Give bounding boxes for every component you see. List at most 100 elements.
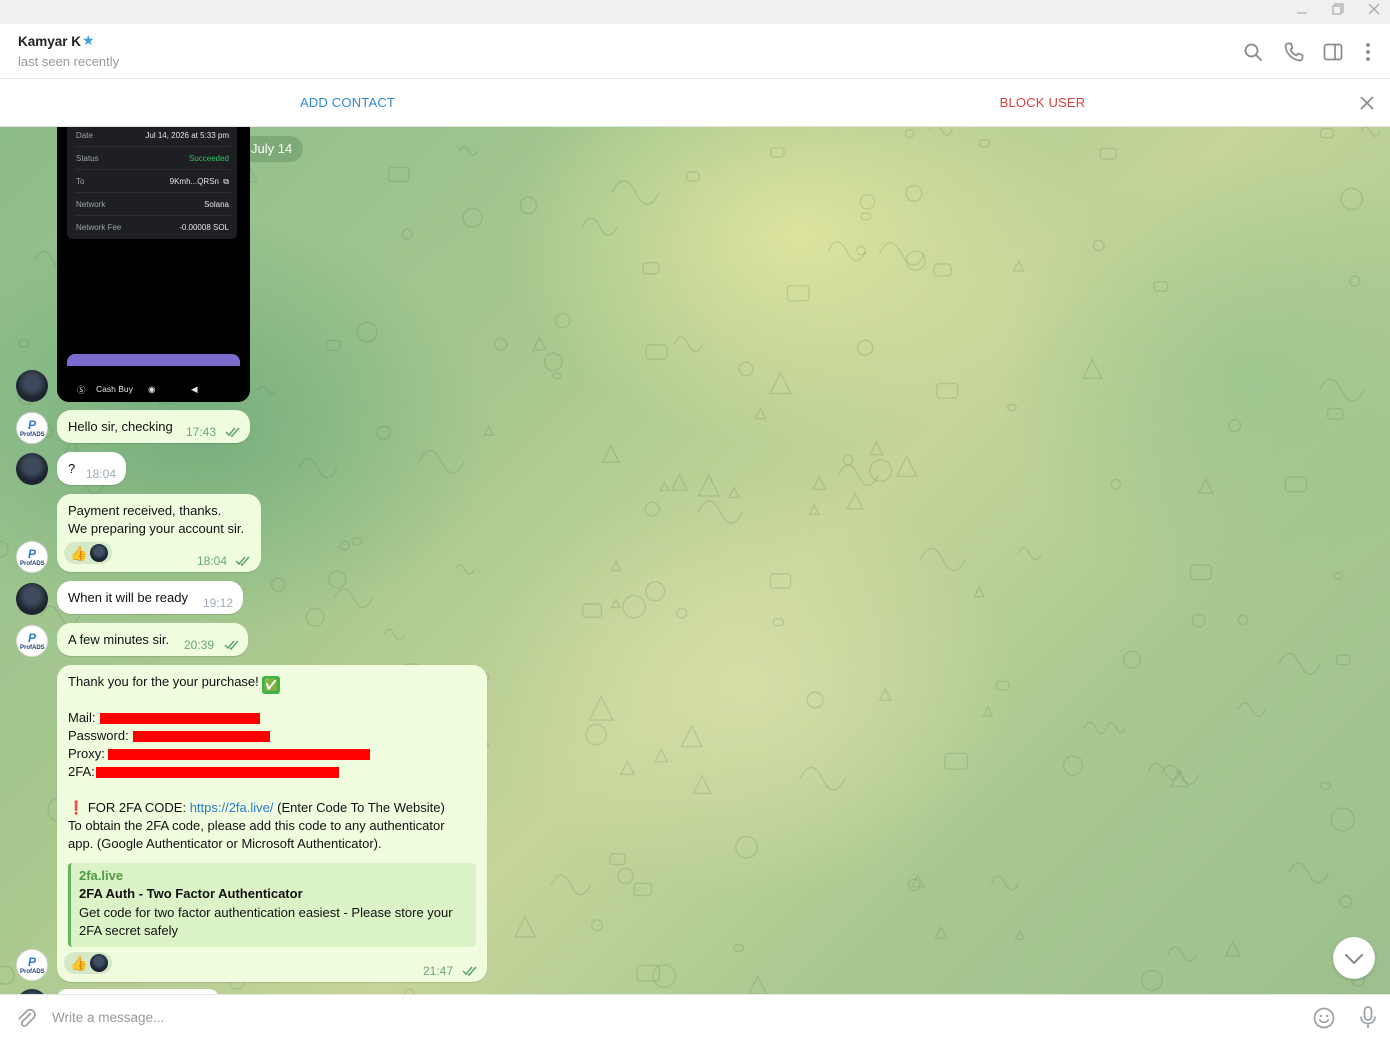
wallpaper-doodle [1099, 147, 1117, 160]
transaction-row: Network Fee -0.00008 SOL [76, 223, 229, 232]
wallpaper-doodle [769, 573, 792, 589]
avatar[interactable]: P ProfADS [16, 412, 48, 444]
double-check-icon [225, 427, 240, 438]
wallpaper-doodle [856, 245, 867, 256]
message-bubble[interactable]: When it will be ready 19:12 [57, 581, 243, 614]
message-time: 21:47 [423, 964, 454, 978]
wallpaper-doodle [458, 145, 479, 157]
wallpaper-doodle [1123, 650, 1142, 669]
wallpaper-doodle [588, 695, 614, 721]
emoji-icon[interactable] [1312, 1006, 1336, 1030]
wallpaper-doodle [1339, 895, 1353, 909]
avatar[interactable] [16, 453, 48, 485]
avatar[interactable] [16, 583, 48, 615]
wallpaper-doodle [811, 475, 827, 491]
preview-description: Get code for two factor authentication e… [79, 905, 453, 938]
wallpaper-doodle [1349, 275, 1361, 287]
microphone-icon[interactable] [1356, 1005, 1380, 1031]
transaction-row: Status Succeeded [76, 148, 231, 170]
wallpaper-doodle [1153, 280, 1169, 292]
wallpaper-doodle [1062, 755, 1084, 776]
message-bubble[interactable]: Payment received, thanks. We preparing y… [57, 494, 261, 572]
wallpaper-doodle [17, 339, 30, 348]
wallpaper-doodle [981, 705, 994, 717]
transaction-details-card: Date Jul 14, 2026 at 5:33 pm Status Succee… [67, 127, 237, 239]
wallpaper-doodle [990, 875, 1020, 891]
wallpaper-doodle [768, 371, 793, 395]
wallpaper-doodle [1017, 547, 1043, 561]
minimize-icon[interactable] [1287, 2, 1317, 22]
link-preview[interactable]: 2fa.live 2FA Auth - Two Factor Authentic… [68, 863, 476, 947]
wallpaper-doodle [1284, 476, 1308, 493]
wallpaper-doodle [1167, 946, 1198, 962]
wallpaper-doodle [659, 480, 670, 492]
wallpaper-doodle [799, 766, 846, 791]
redaction-mark [100, 713, 260, 724]
wallpaper-doodle [550, 874, 592, 896]
message-bubble[interactable]: ? 18:04 [57, 452, 126, 485]
thumbs-up-icon: 👍 [70, 545, 88, 561]
restore-icon[interactable] [1323, 2, 1353, 22]
back-icon: ◀ [191, 384, 198, 394]
redaction-mark [108, 749, 370, 760]
copy-icon: ⧉ [223, 177, 229, 186]
preview-site-name: 2fa.live [79, 868, 124, 883]
reaction-chip[interactable]: 👍 [64, 952, 112, 974]
wallpaper-doodle [483, 424, 495, 436]
search-icon[interactable] [1241, 40, 1265, 64]
avatar[interactable]: P ProfADS [16, 949, 48, 981]
wallpaper-doodle [554, 312, 571, 329]
wallpaper-doodle [1237, 702, 1267, 718]
chat-header[interactable]: Kamyar K ★ last seen recently [0, 24, 1390, 79]
sidebar-toggle-icon[interactable] [1321, 40, 1345, 64]
wallpaper-doodle [1333, 572, 1343, 580]
chat-history[interactable]: July 14 Date Jul 14, 2026 at 5:33 pm Stat… [0, 127, 1390, 994]
block-user-button[interactable]: BLOCK USER [695, 79, 1390, 127]
wallpaper-doodle [462, 207, 483, 229]
wallpaper-doodle [653, 747, 669, 763]
message-text: Payment received, thanks. [68, 503, 222, 518]
credential-label: Mail: [68, 710, 96, 725]
add-contact-button[interactable]: ADD CONTACT [0, 79, 695, 127]
wallpaper-doodle [652, 964, 677, 989]
wallpaper-doodle [905, 184, 923, 203]
wallpaper-doodle [1081, 358, 1103, 379]
wallpaper-doodle [869, 459, 893, 483]
phone-icon[interactable] [1282, 40, 1306, 64]
wallpaper-doodle [919, 547, 966, 572]
message-input[interactable] [52, 1006, 1252, 1028]
wallpaper-doodle [1320, 781, 1331, 790]
wallpaper-doodle [933, 263, 952, 277]
message-bubble[interactable]: Hello sir, checking 17:43 [57, 410, 250, 443]
attach-icon[interactable] [14, 1006, 38, 1030]
record-icon: ◉ [148, 384, 156, 394]
wallpaper-doodle [356, 321, 378, 343]
avatar[interactable] [16, 370, 48, 402]
wallpaper-doodle [878, 241, 926, 266]
wallpaper-doodle [339, 540, 350, 551]
wallpaper-doodle [401, 228, 413, 240]
close-action-bar-icon[interactable] [1356, 92, 1378, 114]
wallpaper-doodle [772, 618, 785, 627]
message-bubble[interactable]: A few minutes sir. 20:39 [57, 623, 248, 656]
wallpaper-doodle [1336, 654, 1351, 666]
avatar[interactable]: P ProfADS [16, 625, 48, 657]
message-composer [0, 994, 1390, 1039]
redaction-mark [96, 767, 339, 778]
scroll-to-bottom-button[interactable] [1333, 937, 1375, 979]
message-time: 18:04 [197, 554, 228, 568]
wallpaper-doodle [644, 501, 660, 517]
contact-name[interactable]: Kamyar K [18, 34, 81, 49]
wallpaper-doodle [305, 607, 325, 627]
more-vertical-icon[interactable] [1356, 40, 1380, 64]
close-icon[interactable] [1359, 2, 1389, 22]
wallpaper-doodle [978, 138, 991, 148]
avatar[interactable]: P ProfADS [16, 541, 48, 573]
star-icon: ★ [82, 32, 95, 48]
twofa-link[interactable]: https://2fa.live/ [190, 800, 274, 815]
image-message[interactable]: Date Jul 14, 2026 at 5:33 pm Status Succee… [57, 127, 250, 402]
wallpaper-doodle [868, 440, 884, 456]
reaction-chip[interactable]: 👍 [64, 542, 112, 564]
double-check-icon [235, 556, 250, 567]
wallpaper-doodle [905, 250, 926, 271]
